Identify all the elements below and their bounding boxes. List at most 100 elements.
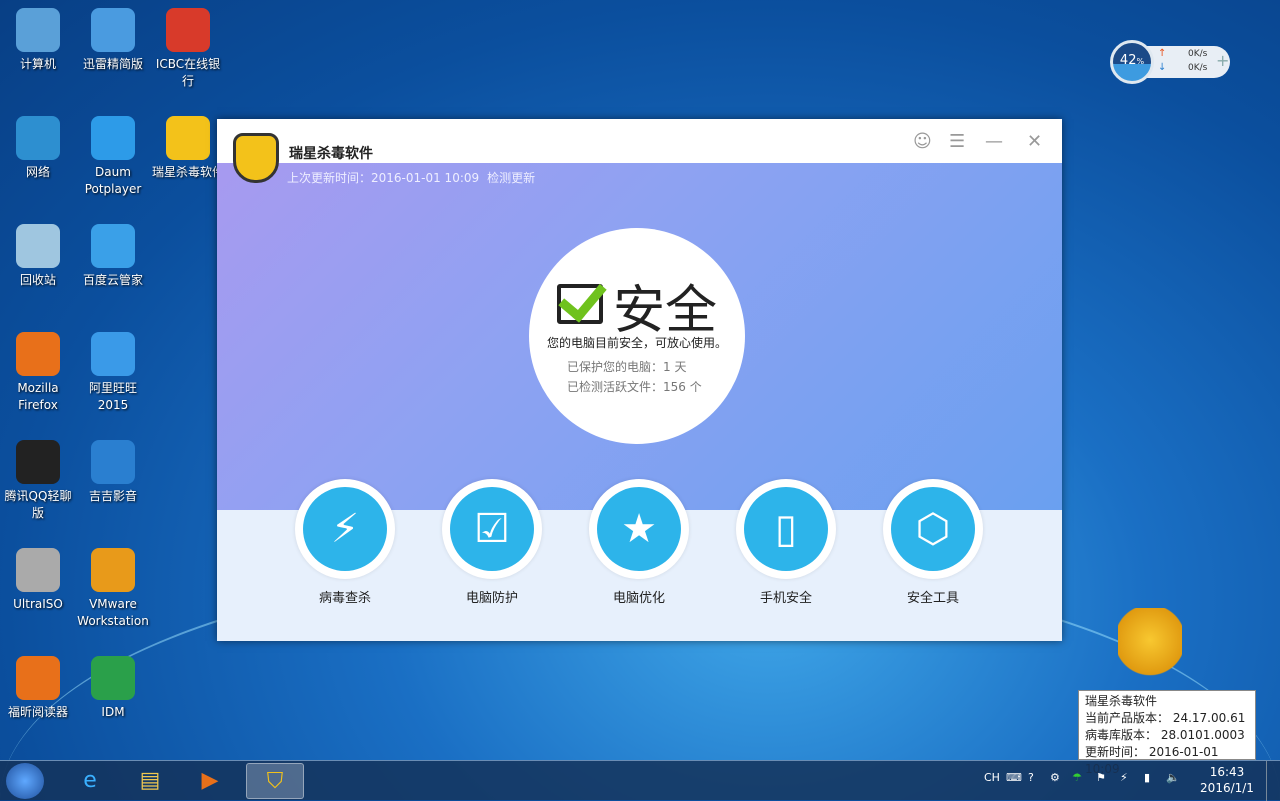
desktop-icon-label: Mozilla Firefox	[17, 381, 59, 412]
protected-days: 已保护您的电脑：1 天	[567, 360, 687, 374]
app-icon	[16, 224, 60, 268]
app-icon	[166, 8, 210, 52]
clock[interactable]: 16:43 2016/1/1	[1196, 764, 1258, 796]
feature-ring: ☑	[442, 479, 542, 579]
feature-button[interactable]: ⚡ 病毒查杀	[295, 479, 395, 606]
app-icon	[91, 440, 135, 484]
ie-taskbar-button[interactable]: e	[62, 763, 118, 799]
desktop-icon[interactable]: 福昕阅读器	[0, 656, 76, 721]
network-icon[interactable]: ▮	[1144, 771, 1150, 784]
feature-icon: ▯	[744, 487, 828, 571]
feature-ring: ⬡	[883, 479, 983, 579]
help-icon[interactable]: ?	[1028, 771, 1034, 784]
minimize-icon[interactable]: —	[985, 131, 1003, 152]
version-tooltip: 瑞星杀毒软件 当前产品版本： 24.17.00.61 病毒库版本： 28.010…	[1078, 690, 1256, 776]
app-icon	[91, 656, 135, 700]
desktop-icon[interactable]: 瑞星杀毒软件	[150, 116, 226, 181]
desktop-icon[interactable]: 网络	[0, 116, 76, 181]
check-update-link[interactable]: 检测更新	[487, 171, 535, 185]
desktop-icon[interactable]: IDM	[75, 656, 151, 721]
app-icon	[91, 548, 135, 592]
app-title: 瑞星杀毒软件	[289, 146, 373, 162]
desktop-icon[interactable]: 腾讯QQ轻聊版	[0, 440, 76, 522]
umbrella-icon[interactable]: ☂	[1072, 771, 1082, 784]
action-center-icon[interactable]: ⚑	[1096, 771, 1106, 784]
desktop-icon-label: 回收站	[19, 273, 56, 287]
desktop-icon-label: 腾讯QQ轻聊版	[4, 489, 72, 520]
download-arrow-icon: ↓	[1158, 62, 1167, 73]
feature-ring: ★	[589, 479, 689, 579]
volume-icon[interactable]: 🔈	[1166, 771, 1180, 784]
rising-antivirus-window: 瑞星杀毒软件 ☺ ☰ — ✕ 上次更新时间：2016-01-01 10:09 检测…	[217, 119, 1062, 641]
close-icon[interactable]: ✕	[1027, 131, 1042, 152]
app-icon	[91, 116, 135, 160]
feature-button[interactable]: ▯ 手机安全	[736, 479, 836, 606]
upload-arrow-icon: ↑	[1158, 48, 1167, 59]
status-message: 您的电脑目前安全，可放心使用。	[546, 336, 727, 350]
account-icon[interactable]: ☺	[913, 131, 932, 152]
ime-icon[interactable]: ⚙	[1050, 771, 1060, 784]
start-button[interactable]	[6, 763, 44, 799]
desktop-icon-label: 迅雷精简版	[82, 57, 143, 71]
rising-taskbar-button[interactable]: ⛉	[246, 763, 304, 799]
feature-icon: ⚡	[303, 487, 387, 571]
feature-label: 手机安全	[759, 591, 812, 606]
clock-date: 2016/1/1	[1200, 781, 1254, 795]
desktop-icon[interactable]: ICBC在线银行	[150, 8, 226, 90]
feature-button[interactable]: ⬡ 安全工具	[883, 479, 983, 606]
desktop-icon[interactable]: Mozilla Firefox	[0, 332, 76, 414]
feature-label: 电脑防护	[465, 591, 518, 606]
memory-dial: 42%	[1110, 40, 1154, 84]
app-icon	[91, 332, 135, 376]
app-icon	[16, 440, 60, 484]
upload-speed: 0K/s	[1188, 49, 1208, 59]
desktop-icon[interactable]: UltraISO	[0, 548, 76, 613]
desktop-icon-label: VMware Workstation	[77, 597, 149, 628]
desktop-icon-label: 阿里旺旺2015	[88, 381, 137, 412]
feature-button[interactable]: ☑ 电脑防护	[442, 479, 542, 606]
feature-button[interactable]: ★ 电脑优化	[589, 479, 689, 606]
plus-icon[interactable]: +	[1216, 51, 1229, 70]
desktop-icon-label: Daum Potplayer	[84, 165, 142, 196]
desktop-icon[interactable]: VMware Workstation	[75, 548, 151, 630]
desktop-icon[interactable]: 吉吉影音	[75, 440, 151, 505]
menu-icon[interactable]: ☰	[949, 131, 965, 152]
keyboard-icon[interactable]: ⌨	[1006, 771, 1022, 784]
language-indicator[interactable]: CH	[984, 771, 1000, 784]
desktop-icon[interactable]: 回收站	[0, 224, 76, 289]
desktop-icon-label: IDM	[101, 705, 125, 719]
memory-value: 42	[1119, 53, 1137, 68]
desktop-icon[interactable]: 阿里旺旺2015	[75, 332, 151, 414]
clock-time: 16:43	[1209, 765, 1245, 779]
app-icon	[16, 548, 60, 592]
explorer-taskbar-button[interactable]: ▤	[122, 763, 178, 799]
feature-icon: ⬡	[891, 487, 975, 571]
scanned-files: 已检测活跃文件：156 个	[567, 380, 702, 394]
lion-logo-icon	[233, 133, 279, 183]
feature-label: 病毒查杀	[318, 591, 371, 606]
show-desktop-button[interactable]	[1266, 761, 1280, 801]
desktop-icon[interactable]: Daum Potplayer	[75, 116, 151, 198]
tooltip-line: 当前产品版本： 24.17.00.61	[1085, 711, 1246, 725]
media-player-taskbar-button[interactable]: ▶	[182, 763, 238, 799]
desktop-icon[interactable]: 计算机	[0, 8, 76, 73]
tooltip-title: 瑞星杀毒软件	[1085, 694, 1158, 708]
status-circle: 安全 您的电脑目前安全，可放心使用。 已保护您的电脑：1 天 已检测活跃文件：1…	[529, 228, 745, 444]
desktop-icon-label: UltraISO	[13, 597, 63, 611]
title-bar[interactable]: 瑞星杀毒软件 ☺ ☰ — ✕	[217, 119, 1062, 183]
tooltip-line: 病毒库版本： 28.0101.0003	[1085, 728, 1245, 742]
app-icon	[16, 8, 60, 52]
power-icon[interactable]: ⚡	[1120, 771, 1128, 784]
network-speed-widget[interactable]: ↑ ↓ 0K/s 0K/s + 42%	[1110, 40, 1230, 84]
app-icon	[91, 8, 135, 52]
app-icon	[166, 116, 210, 160]
feature-bar: ⚡ 病毒查杀 ☑ 电脑防护 ★ 电脑优化 ▯ 手机安全 ⬡ 安全工具	[217, 479, 1062, 641]
desktop-icon[interactable]: 百度云管家	[75, 224, 151, 289]
desktop-icon-label: 瑞星杀毒软件	[151, 165, 224, 179]
checkmark-icon	[557, 284, 603, 324]
lion-mascot-icon[interactable]	[1118, 608, 1182, 688]
desktop-icon-label: 百度云管家	[82, 273, 143, 287]
desktop-icon-label: 计算机	[19, 57, 56, 71]
desktop-icon-label: 网络	[25, 165, 50, 179]
desktop-icon[interactable]: 迅雷精简版	[75, 8, 151, 73]
